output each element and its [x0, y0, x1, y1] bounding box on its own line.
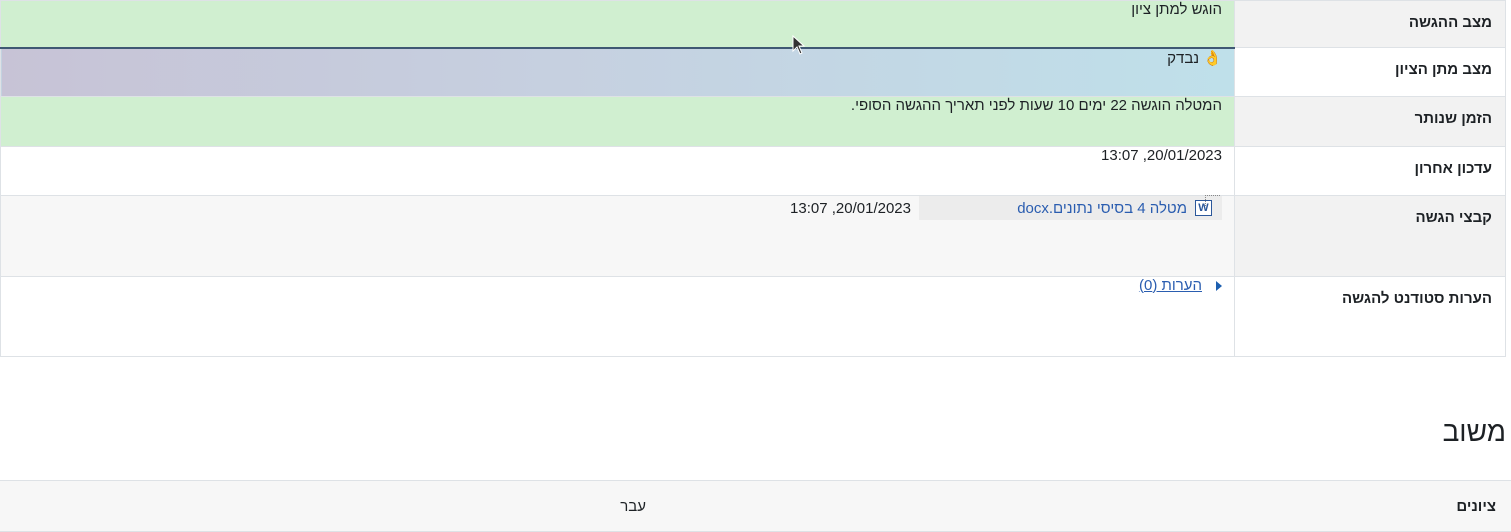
feedback-heading: משוב	[1442, 416, 1506, 447]
time-remaining-value: המטלה הוגשה 22 ימים 10 שעות לפני תאריך ה…	[0, 96, 1235, 147]
mouse-cursor-icon	[792, 34, 806, 55]
grade-label: ציונים	[1246, 480, 1511, 532]
feedback-table: ציונים עבר	[0, 480, 1511, 532]
grading-status-cell: 👌 נבדק	[0, 47, 1235, 97]
status-row-grading: מצב מתן הציון 👌 נבדק	[0, 47, 1506, 97]
grade-value: עבר	[0, 480, 1246, 532]
status-row-files: קבצי הגשה W מטלה 4 בסיסי נתונים.docx 20/…	[0, 195, 1506, 277]
submission-status-label: מצב ההגשה	[1234, 0, 1506, 48]
status-row-last-modified: עדכון אחרון 20/01/2023, 13:07	[0, 146, 1506, 196]
grading-status-label: מצב מתן הציון	[1234, 47, 1506, 97]
submission-status-table: מצב ההגשה הוגש למתן ציון מצב מתן הציון 👌…	[0, 0, 1506, 357]
submission-files-cell: W מטלה 4 בסיסי נתונים.docx 20/01/2023, 1…	[0, 195, 1235, 277]
time-remaining-label: הזמן שנותר	[1234, 96, 1506, 147]
student-comments-cell: הערות (0)	[0, 276, 1235, 357]
grading-status-value: 👌 נבדק	[1167, 49, 1222, 67]
status-row-submission: מצב ההגשה הוגש למתן ציון	[0, 0, 1506, 49]
student-comments-label: הערות סטודנט להגשה	[1234, 276, 1506, 357]
caret-left-icon	[1216, 280, 1222, 291]
status-row-time-remaining: הזמן שנותר המטלה הוגשה 22 ימים 10 שעות ל…	[0, 96, 1506, 147]
status-row-comments: הערות סטודנט להגשה הערות (0)	[0, 276, 1506, 357]
assignment-status-page: מצב ההגשה הוגש למתן ציון מצב מתן הציון 👌…	[0, 0, 1511, 532]
comments-toggle[interactable]: הערות (0)	[1139, 277, 1222, 294]
submission-status-value: הוגש למתן ציון	[0, 0, 1235, 49]
comments-link-text: הערות (0)	[1138, 277, 1202, 294]
submission-file-link[interactable]: מטלה 4 בסיסי נתונים.docx	[1017, 200, 1187, 217]
file-entry: W מטלה 4 בסיסי נתונים.docx 20/01/2023, 1…	[13, 195, 1222, 220]
file-date: 20/01/2023, 13:07	[790, 199, 911, 217]
word-document-icon: W	[1195, 195, 1220, 216]
last-modified-value: 20/01/2023, 13:07	[0, 146, 1235, 196]
file-box: W מטלה 4 בסיסי נתונים.docx	[919, 195, 1222, 220]
last-modified-label: עדכון אחרון	[1234, 146, 1506, 196]
submission-files-label: קבצי הגשה	[1234, 195, 1506, 277]
feedback-row-grade: ציונים עבר	[0, 480, 1511, 532]
